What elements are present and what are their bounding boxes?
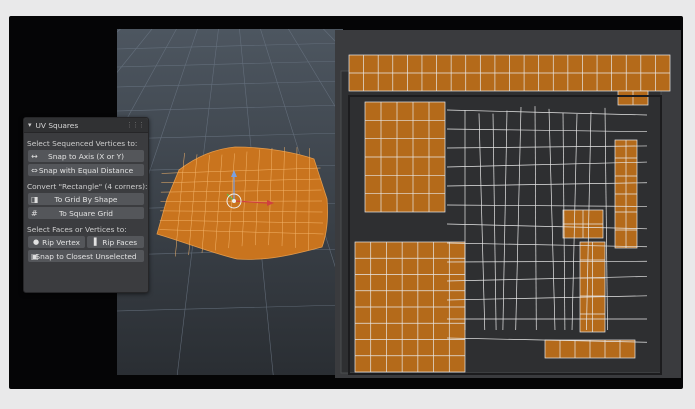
to-square-grid-button[interactable]: # To Square Grid	[28, 207, 144, 219]
uv-editor[interactable]	[335, 30, 681, 378]
snap-equal-distance-button[interactable]: ⇔ Snap with Equal Distance	[28, 164, 144, 176]
section-sequenced-vertices-label: Select Sequenced Vertices to:	[27, 139, 138, 148]
face-icon: ▌	[93, 238, 100, 246]
rip-faces-label: Rip Faces	[102, 237, 138, 247]
snap-to-axis-button[interactable]: ↔ Snap to Axis (X or Y)	[28, 150, 144, 162]
panel-title: UV Squares	[35, 120, 79, 130]
to-square-grid-label: To Square Grid	[58, 208, 113, 218]
rip-vertex-label: Rip Vertex	[42, 237, 81, 247]
chevron-down-icon[interactable]: ▾	[28, 121, 32, 129]
rip-vertex-button[interactable]: ● Rip Vertex	[28, 236, 85, 248]
app-window: ▾ UV Squares ⋮⋮⋮ Select Sequenced Vertic…	[9, 16, 683, 389]
square-grid-icon: #	[31, 208, 38, 218]
vertex-dot-icon: ●	[32, 238, 40, 246]
snap-closest-icon: ▣	[31, 251, 39, 261]
snap-to-closest-unselected-label: Snap to Closest Unselected	[35, 251, 137, 261]
rip-faces-button[interactable]: ▌ Rip Faces	[87, 236, 144, 248]
3d-viewport[interactable]	[117, 29, 343, 375]
snap-to-closest-unselected-button[interactable]: ▣ Snap to Closest Unselected	[28, 250, 144, 262]
arrows-horizontal-icon: ↔	[31, 151, 38, 161]
panel-header[interactable]: ▾ UV Squares ⋮⋮⋮	[24, 118, 148, 133]
grid-shape-icon: ◨	[31, 194, 39, 204]
drag-handle-icon[interactable]: ⋮⋮⋮	[126, 121, 145, 129]
section-faces-vertices-label: Select Faces or Vertices to:	[27, 225, 127, 234]
to-grid-by-shape-label: To Grid By Shape	[54, 194, 118, 204]
snap-equal-distance-label: Snap with Equal Distance	[38, 165, 134, 175]
equal-spacing-icon: ⇔	[31, 165, 38, 175]
snap-to-axis-label: Snap to Axis (X or Y)	[48, 151, 124, 161]
to-grid-by-shape-button[interactable]: ◨ To Grid By Shape	[28, 193, 144, 205]
section-convert-rectangle-label: Convert "Rectangle" (4 corners):	[27, 182, 148, 191]
uv-squares-panel: ▾ UV Squares ⋮⋮⋮ Select Sequenced Vertic…	[23, 117, 149, 293]
